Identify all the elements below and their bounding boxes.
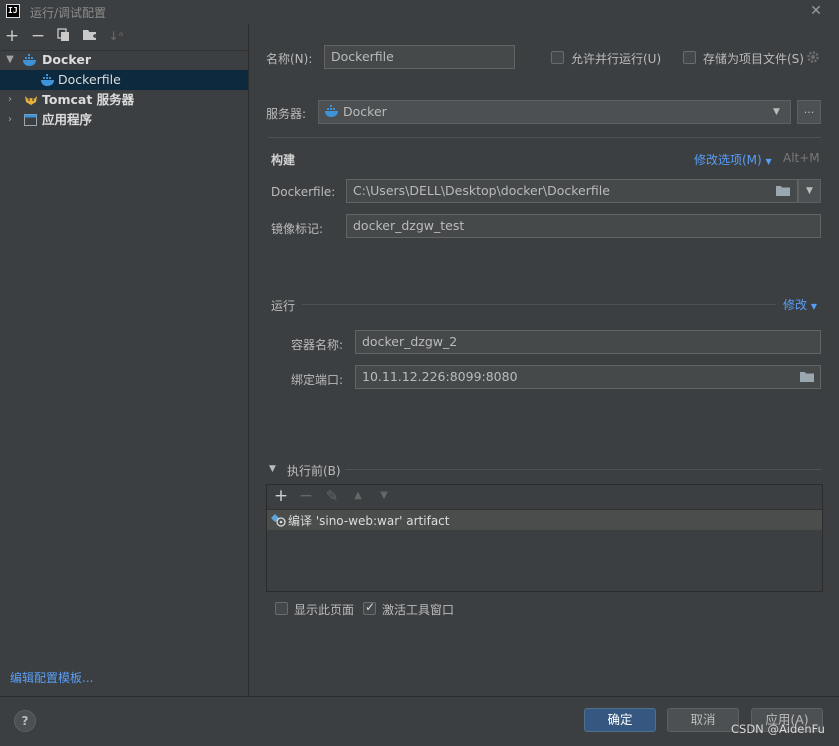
before-launch-toolbar: + − ✎ ▲ ▼ bbox=[267, 485, 822, 510]
edit-icon[interactable]: ✎ bbox=[324, 487, 340, 505]
run-section-title: 运行 bbox=[271, 299, 296, 313]
server-label: 服务器: bbox=[266, 107, 307, 121]
bind-ports-label: 绑定端口: bbox=[291, 373, 344, 387]
chevron-down-icon: ▼ bbox=[765, 157, 772, 166]
gear-icon[interactable] bbox=[806, 50, 820, 64]
container-name-label: 容器名称: bbox=[291, 338, 344, 352]
modify-label: 修改 bbox=[783, 298, 808, 312]
build-artifact-icon bbox=[271, 514, 286, 527]
activate-tool-window-checkbox[interactable] bbox=[363, 600, 376, 615]
tree-item-label: Dockerfile bbox=[58, 72, 121, 87]
folder-icon[interactable] bbox=[800, 372, 814, 382]
add-icon[interactable]: + bbox=[4, 28, 20, 45]
tree-item-label: Tomcat 服务器 bbox=[42, 92, 135, 107]
modify-options-label: 修改选项(M) bbox=[694, 153, 762, 167]
remove-icon[interactable]: − bbox=[30, 28, 46, 45]
title-bar: IJ 运行/调试配置 ✕ bbox=[0, 0, 839, 24]
tree-item-dockerfile[interactable]: Dockerfile bbox=[0, 70, 248, 90]
container-name-field[interactable]: docker_dzgw_2 bbox=[355, 330, 821, 354]
server-more-button[interactable]: ... bbox=[797, 100, 821, 124]
store-as-project-label: 存储为项目文件(S) bbox=[703, 52, 804, 66]
copy-icon[interactable] bbox=[56, 28, 72, 44]
list-item-label: 编译 'sino-web:war' artifact bbox=[288, 514, 450, 528]
chevron-down-icon: ▼ bbox=[810, 302, 817, 311]
show-page-checkbox[interactable] bbox=[275, 602, 288, 615]
close-icon[interactable]: ✕ bbox=[807, 2, 825, 20]
image-tag-field[interactable]: docker_dzgw_test bbox=[346, 214, 821, 238]
tree-item-label: Docker bbox=[42, 52, 91, 67]
tomcat-icon bbox=[25, 96, 37, 105]
docker-icon bbox=[23, 54, 36, 66]
new-folder-icon[interactable] bbox=[82, 28, 98, 44]
move-down-icon[interactable]: ▼ bbox=[376, 487, 392, 505]
server-value: Docker bbox=[343, 104, 387, 119]
folder-icon[interactable] bbox=[776, 186, 790, 196]
build-section-title: 构建 bbox=[271, 153, 296, 167]
before-launch-list: + − ✎ ▲ ▼ 编译 'sino-web:war' artifact bbox=[266, 484, 823, 592]
edit-templates-link[interactable]: 编辑配置模板... bbox=[10, 669, 93, 686]
tree-item-label: 应用程序 bbox=[42, 112, 93, 127]
remove-icon[interactable]: − bbox=[298, 487, 314, 505]
activate-tool-window-label: 激活工具窗口 bbox=[382, 603, 455, 617]
divider bbox=[345, 469, 821, 470]
add-icon[interactable]: + bbox=[273, 487, 289, 505]
server-select[interactable]: Docker bbox=[318, 100, 791, 124]
help-button[interactable]: ? bbox=[14, 710, 36, 732]
chevron-right-icon[interactable]: › bbox=[5, 90, 15, 110]
divider bbox=[302, 304, 776, 305]
before-launch-title[interactable]: 执行前(B) bbox=[287, 462, 341, 479]
list-item[interactable]: 编译 'sino-web:war' artifact bbox=[267, 510, 822, 530]
allow-parallel-label: 允许并行运行(U) bbox=[571, 52, 662, 66]
chevron-down-icon[interactable]: ▼ bbox=[5, 50, 15, 70]
app-logo: IJ bbox=[6, 4, 20, 18]
cancel-button[interactable]: 取消 bbox=[667, 708, 739, 732]
modify-link[interactable]: 修改 ▼ bbox=[783, 296, 817, 313]
dockerfile-path-field[interactable]: C:\Users\DELL\Desktop\docker\Dockerfile bbox=[346, 179, 798, 203]
tree-item-docker[interactable]: ▼ Docker bbox=[0, 50, 248, 70]
move-up-icon[interactable]: ▲ bbox=[350, 487, 366, 505]
watermark: CSDN @AidenFu bbox=[731, 722, 825, 736]
divider bbox=[268, 137, 821, 138]
bind-ports-field[interactable]: 10.11.12.226:8099:8080 bbox=[355, 365, 821, 389]
ok-button[interactable]: 确定 bbox=[584, 708, 656, 732]
modify-options-link[interactable]: 修改选项(M) ▼ bbox=[694, 151, 772, 168]
allow-parallel-checkbox[interactable] bbox=[551, 51, 564, 64]
chevron-down-icon[interactable]: ▼ bbox=[798, 179, 821, 203]
sort-icon[interactable]: ↓ᵃ bbox=[108, 28, 124, 44]
chevron-down-icon[interactable]: ▼ bbox=[773, 100, 780, 124]
name-label: 名称(N): bbox=[266, 52, 313, 66]
chevron-right-icon[interactable]: › bbox=[5, 110, 15, 130]
chevron-down-icon[interactable]: ▼ bbox=[269, 464, 276, 474]
image-tag-label: 镜像标记: bbox=[271, 222, 324, 236]
show-page-label: 显示此页面 bbox=[294, 603, 355, 617]
config-tree-panel: + − ↓ᵃ ▼ Docker Dockerfile › Tomcat 服务器 … bbox=[0, 24, 249, 696]
tree-item-application[interactable]: › 应用程序 bbox=[0, 110, 248, 130]
tree-item-tomcat[interactable]: › Tomcat 服务器 bbox=[0, 90, 248, 110]
docker-icon bbox=[325, 105, 338, 117]
shortcut-hint: Alt+M bbox=[783, 151, 820, 165]
name-field[interactable]: Dockerfile bbox=[324, 45, 515, 69]
docker-icon bbox=[41, 74, 54, 86]
window-title: 运行/调试配置 bbox=[30, 6, 107, 20]
application-icon bbox=[24, 114, 37, 126]
store-as-project-checkbox[interactable] bbox=[683, 51, 696, 64]
dockerfile-label: Dockerfile: bbox=[271, 185, 336, 199]
